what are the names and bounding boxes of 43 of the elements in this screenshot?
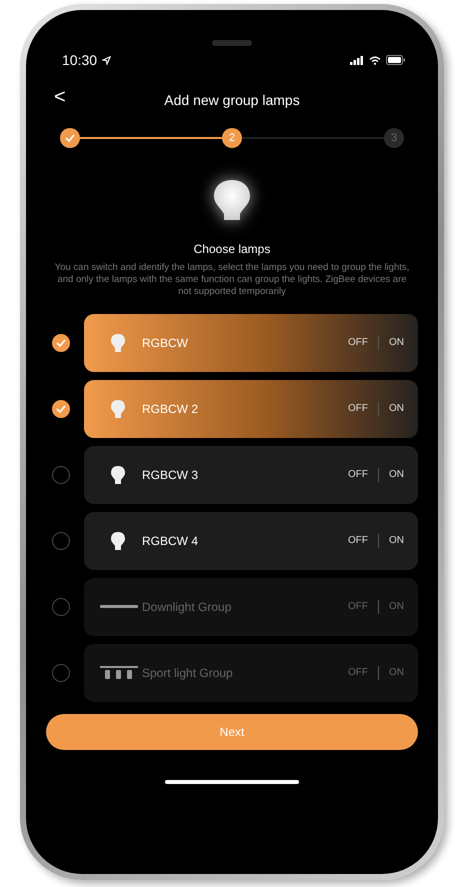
lamp-name: Sport light Group: [142, 666, 233, 680]
step-indicator: 3: [384, 128, 404, 148]
lightbulb-icon: [110, 332, 126, 353]
lamp-name: RGBCW 4: [142, 534, 198, 548]
page-title: Add new group lamps: [164, 92, 300, 108]
off-button[interactable]: OFF: [348, 403, 368, 414]
speaker-icon: [212, 40, 252, 46]
lightbulb-icon: [110, 464, 126, 485]
selection-checkbox[interactable]: [52, 532, 70, 550]
off-button[interactable]: OFF: [348, 469, 368, 480]
selection-checkbox[interactable]: [52, 466, 70, 484]
status-time: 10:30: [62, 52, 98, 68]
signal-icon: [350, 56, 364, 64]
back-button[interactable]: <: [50, 86, 70, 109]
battery-icon: [386, 55, 406, 65]
check-icon: [56, 338, 66, 347]
off-button[interactable]: OFF: [348, 535, 368, 546]
lamp-name: RGBCW: [142, 336, 188, 350]
lamp-card[interactable]: RGBCW 3 OFF ON: [84, 446, 418, 504]
description-text: You can switch and identify the lamps, select the lamps you need to group the lights, and only the lamps with the same function can group the lights. ZigBee devices are not supported temporarily: [54, 262, 410, 298]
lightbulb-icon: [110, 398, 126, 419]
lamp-name: RGBCW 2: [142, 402, 198, 416]
check-icon: [56, 404, 66, 413]
lightbulb-icon: [212, 178, 252, 222]
lamp-card[interactable]: RGBCW 2 OFF ON: [84, 380, 418, 438]
track-light-icon: [100, 666, 138, 680]
check-icon: [65, 134, 75, 142]
selection-checkbox[interactable]: [52, 400, 70, 418]
lamp-card[interactable]: RGBCW 4 OFF ON: [84, 512, 418, 570]
lamp-card[interactable]: RGBCW OFF ON: [84, 314, 418, 372]
lamp-name: Downlight Group: [142, 600, 232, 614]
section-title: Choose lamps: [194, 242, 270, 256]
selection-checkbox[interactable]: [52, 334, 70, 352]
on-button[interactable]: ON: [389, 535, 404, 546]
step-indicator: 2: [222, 128, 242, 148]
lightbulb-icon: [110, 530, 126, 551]
off-button[interactable]: OFF: [348, 337, 368, 348]
lamp-name: RGBCW 3: [142, 468, 198, 482]
on-button[interactable]: ON: [389, 337, 404, 348]
on-button[interactable]: ON: [389, 469, 404, 480]
location-arrow-icon: [102, 56, 112, 64]
wifi-icon: [369, 56, 381, 64]
on-button[interactable]: ON: [389, 403, 404, 414]
